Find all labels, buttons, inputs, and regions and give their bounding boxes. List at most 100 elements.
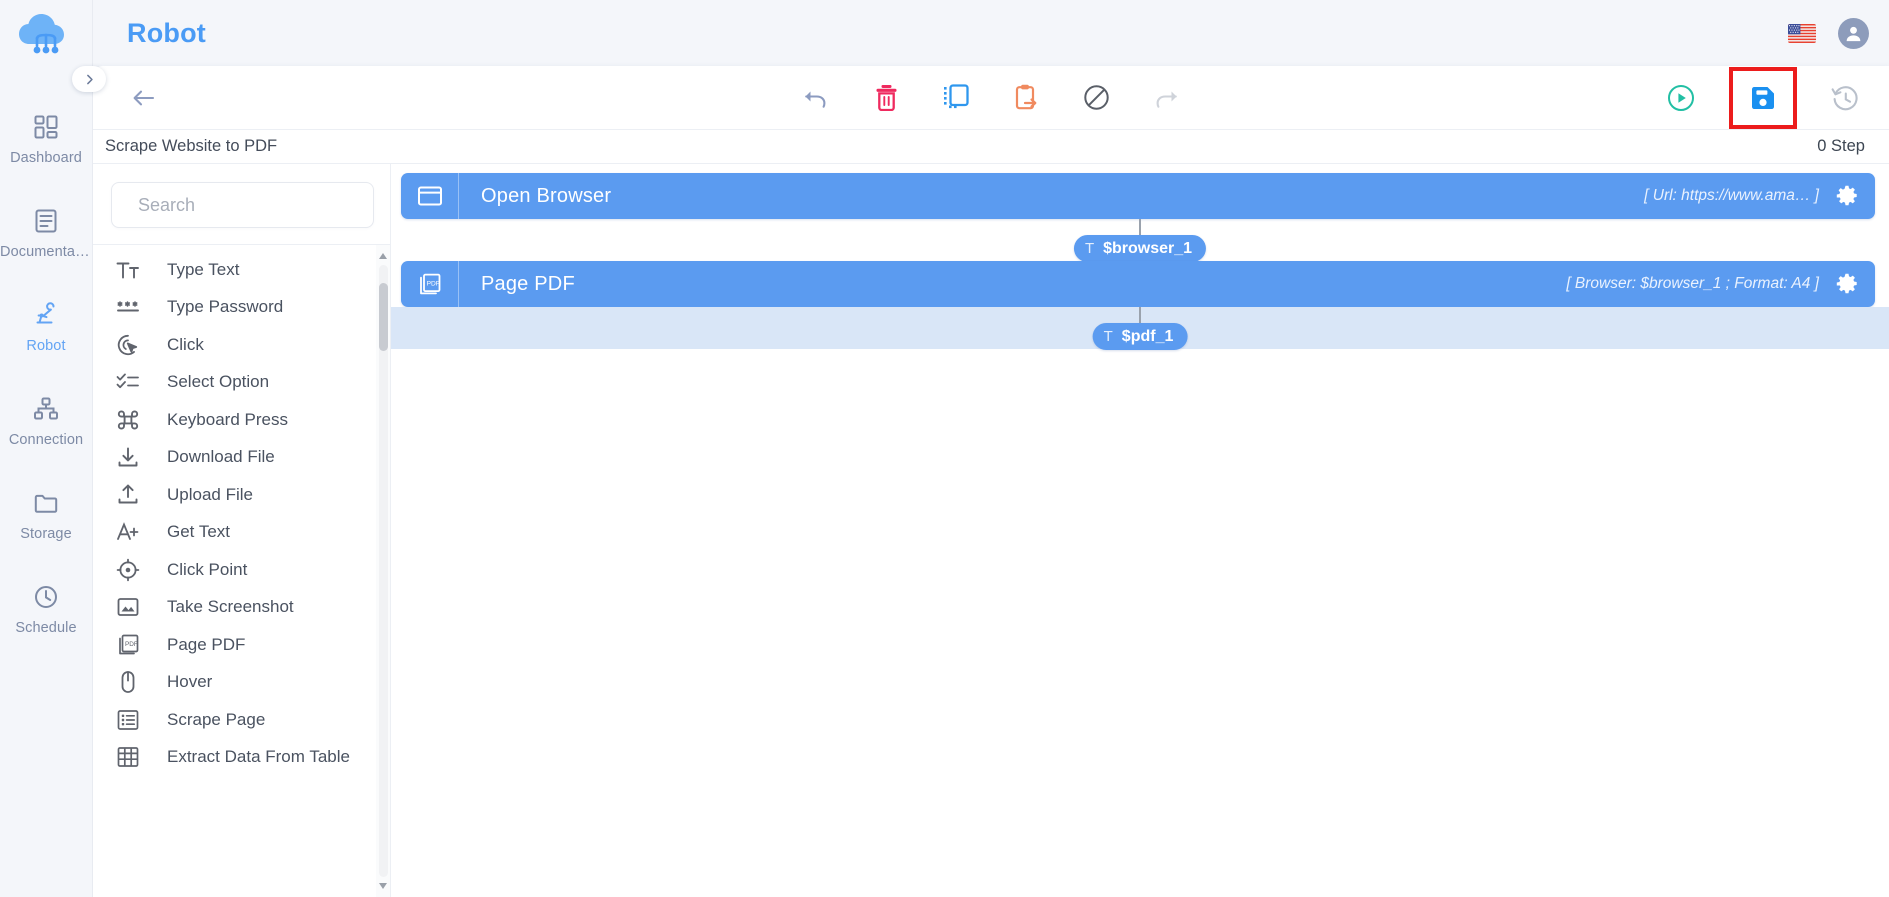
flow-node-open-browser[interactable]: Open Browser [ Url: https://www.ama… ] bbox=[401, 173, 1875, 219]
disable-button[interactable] bbox=[1076, 78, 1116, 118]
checklist-icon bbox=[115, 369, 141, 395]
type-text-icon bbox=[115, 257, 141, 283]
action-item-label: Keyboard Press bbox=[167, 409, 288, 429]
app-logo bbox=[9, 10, 83, 70]
action-item-type-password[interactable]: Type Password bbox=[93, 289, 376, 327]
gear-icon[interactable] bbox=[1835, 272, 1859, 296]
a-plus-icon bbox=[115, 519, 141, 545]
trash-icon bbox=[876, 85, 896, 111]
sidebar-item-schedule[interactable]: Schedule bbox=[0, 568, 92, 646]
back-button[interactable] bbox=[123, 77, 165, 119]
output-variable-pill-browser[interactable]: T $browser_1 bbox=[1073, 235, 1207, 262]
svg-text:PDF: PDF bbox=[427, 280, 440, 287]
table-grid-icon bbox=[115, 744, 141, 770]
clipboard-arrow-icon bbox=[1015, 84, 1037, 110]
connector-pdf: T $pdf_1 bbox=[391, 307, 1889, 350]
palette-scrollbar[interactable] bbox=[376, 244, 390, 897]
user-avatar-icon[interactable] bbox=[1838, 17, 1869, 49]
flow-title-bar: Scrape Website to PDF 0 Step bbox=[93, 130, 1889, 164]
search-box[interactable] bbox=[111, 182, 374, 228]
flow-name[interactable]: Scrape Website to PDF bbox=[105, 137, 277, 156]
action-item-label: Hover bbox=[167, 672, 213, 692]
action-item-select-option[interactable]: Select Option bbox=[93, 364, 376, 402]
sidebar-item-label: Documentati... bbox=[0, 244, 92, 260]
history-clock-icon bbox=[1831, 86, 1858, 111]
clock-icon bbox=[31, 582, 61, 612]
action-item-label: Scrape Page bbox=[167, 709, 266, 729]
variable-type-text-icon: T bbox=[1084, 240, 1095, 257]
action-item-click-point[interactable]: Click Point bbox=[93, 551, 376, 589]
action-item-page-pdf[interactable]: PDF Page PDF bbox=[93, 626, 376, 664]
history-button[interactable] bbox=[1825, 78, 1865, 118]
action-item-label: Get Text bbox=[167, 522, 230, 542]
flow-node-page-pdf[interactable]: PDF Page PDF [ Browser: $browser_1 ; For… bbox=[401, 261, 1875, 307]
copy-button[interactable] bbox=[936, 78, 976, 118]
scrollbar-track[interactable] bbox=[378, 265, 388, 877]
sitemap-icon bbox=[31, 394, 61, 424]
us-flag-icon[interactable] bbox=[1788, 23, 1816, 43]
sidebar-item-dashboard[interactable]: Dashboard bbox=[0, 98, 92, 176]
main-area: Robot Scrape Website to PDF 0 Step Searc… bbox=[93, 0, 1889, 897]
editor-toolbar bbox=[93, 66, 1889, 130]
crosshair-target-icon bbox=[115, 557, 141, 583]
save-floppy-icon bbox=[1752, 86, 1774, 109]
action-item-label: Click Point bbox=[167, 559, 248, 579]
browser-window-icon bbox=[401, 173, 459, 219]
action-item-scrape-page[interactable]: Scrape Page bbox=[93, 701, 376, 739]
output-variable-label: $pdf_1 bbox=[1121, 327, 1174, 345]
upload-arrow-icon bbox=[115, 482, 141, 508]
image-mountain-icon bbox=[115, 594, 141, 620]
sidebar-item-documentation[interactable]: Documentati... bbox=[0, 192, 92, 270]
action-item-get-text[interactable]: Get Text bbox=[93, 514, 376, 552]
search-input[interactable] bbox=[138, 194, 370, 216]
run-button[interactable] bbox=[1661, 78, 1701, 118]
sidebar-item-label: Dashboard bbox=[10, 150, 82, 166]
action-item-upload-file[interactable]: Upload File bbox=[93, 476, 376, 514]
flow-node-params: [ Url: https://www.ama… ] bbox=[1644, 184, 1875, 208]
action-item-keyboard-press[interactable]: Keyboard Press bbox=[93, 401, 376, 439]
connector-browser: T $browser_1 bbox=[391, 219, 1889, 262]
list-bullets-icon bbox=[115, 707, 141, 733]
redo-button[interactable] bbox=[1146, 78, 1186, 118]
sidebar-item-robot[interactable]: Robot bbox=[0, 286, 92, 364]
action-item-extract-data-from-table[interactable]: Extract Data From Table bbox=[93, 739, 376, 777]
action-item-click[interactable]: Click bbox=[93, 326, 376, 364]
action-item-label: Click bbox=[167, 334, 204, 354]
action-item-take-screenshot[interactable]: Take Screenshot bbox=[93, 589, 376, 627]
gear-icon[interactable] bbox=[1835, 184, 1859, 208]
page-title: Robot bbox=[127, 17, 206, 48]
action-item-label: Select Option bbox=[167, 372, 270, 392]
password-asterisks-icon bbox=[115, 294, 141, 320]
action-item-type-text[interactable]: Type Text bbox=[93, 251, 376, 289]
step-count: 0 Step bbox=[1817, 137, 1865, 155]
header-actions bbox=[1788, 17, 1869, 49]
flow-canvas[interactable]: Open Browser [ Url: https://www.ama… ] T… bbox=[391, 164, 1889, 897]
redo-arrow-icon bbox=[1156, 91, 1177, 108]
action-item-label: Extract Data From Table bbox=[167, 747, 350, 767]
sidebar-item-label: Robot bbox=[26, 338, 66, 354]
sidebar-item-connection[interactable]: Connection bbox=[0, 380, 92, 458]
output-variable-pill-pdf[interactable]: T $pdf_1 bbox=[1092, 323, 1188, 350]
save-button[interactable] bbox=[1743, 78, 1783, 118]
sidebar-expand-button[interactable] bbox=[72, 66, 106, 92]
action-item-hover[interactable]: Hover bbox=[93, 664, 376, 702]
undo-button[interactable] bbox=[796, 78, 836, 118]
action-item-label: Download File bbox=[167, 447, 275, 467]
action-item-label: Type Text bbox=[167, 259, 240, 279]
scroll-down-arrow-icon[interactable] bbox=[376, 879, 390, 893]
node-row-open-browser: Open Browser [ Url: https://www.ama… ] bbox=[391, 164, 1889, 219]
sidebar: Dashboard Documentati... Robot Connectio… bbox=[0, 0, 106, 897]
paste-button[interactable] bbox=[1006, 78, 1046, 118]
download-arrow-icon bbox=[115, 444, 141, 470]
sidebar-item-storage[interactable]: Storage bbox=[0, 474, 92, 552]
delete-button[interactable] bbox=[866, 78, 906, 118]
chevron-right-icon bbox=[86, 74, 93, 84]
undo-arrow-icon bbox=[805, 91, 826, 108]
sidebar-item-label: Storage bbox=[20, 526, 72, 542]
sidebar-items: Dashboard Documentati... Robot Connectio… bbox=[0, 98, 92, 662]
flow-node-param-text: [ Url: https://www.ama… ] bbox=[1644, 187, 1819, 204]
node-row-page-pdf: PDF Page PDF [ Browser: $browser_1 ; For… bbox=[391, 261, 1889, 307]
action-item-download-file[interactable]: Download File bbox=[93, 439, 376, 477]
scrollbar-thumb[interactable] bbox=[378, 283, 388, 351]
scroll-up-arrow-icon[interactable] bbox=[376, 249, 390, 263]
